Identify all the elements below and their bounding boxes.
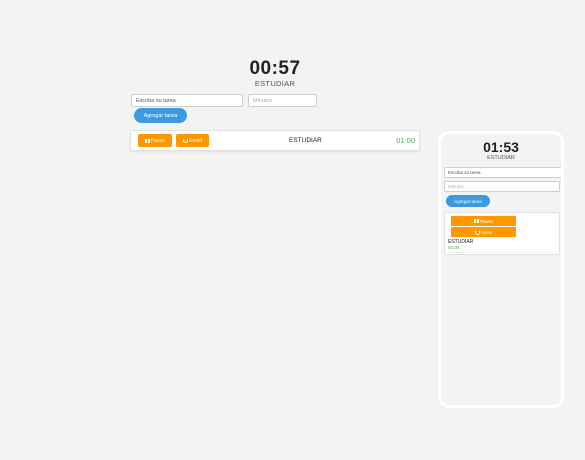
pause-button[interactable]: Pause xyxy=(451,216,516,226)
task-input[interactable] xyxy=(444,167,561,178)
pause-button-label: Pause xyxy=(150,137,166,144)
add-task-button[interactable]: Agregar tarea xyxy=(134,108,187,123)
reset-icon xyxy=(182,138,188,143)
task-row: Pause Reset ESTUDIAR 01:00 xyxy=(130,130,420,151)
mobile-preview: 01:53 ESTUDIAR Agregar tarea Pause Reset… xyxy=(438,131,564,408)
pause-icon xyxy=(144,138,150,143)
current-task-label: ESTUDIAR xyxy=(487,155,515,161)
task-time: 02:00 xyxy=(448,245,460,250)
reset-button-label: Reset xyxy=(188,137,203,144)
add-task-button[interactable]: Agregar tarea xyxy=(446,195,490,207)
pause-button[interactable]: Pause xyxy=(138,134,172,147)
task-time: 01:00 xyxy=(396,136,415,145)
reset-button-label: Reset xyxy=(480,229,493,235)
divider xyxy=(448,252,556,253)
timer-display: 01:53 xyxy=(483,139,519,155)
task-row: Pause Reset ESTUDIAR 02:00 xyxy=(444,212,560,255)
minutes-input[interactable] xyxy=(444,181,560,192)
minutes-input[interactable] xyxy=(248,94,317,107)
reset-button[interactable]: Reset xyxy=(451,227,516,237)
pause-button-label: Pause xyxy=(480,218,493,224)
current-task-label: ESTUDIAR xyxy=(254,79,296,88)
reset-button[interactable]: Reset xyxy=(176,134,209,147)
task-name: ESTUDIAR xyxy=(289,137,322,144)
task-input[interactable] xyxy=(131,94,243,107)
pause-icon xyxy=(474,219,480,223)
reset-icon xyxy=(474,229,480,235)
timer-display: 00:57 xyxy=(249,58,301,79)
